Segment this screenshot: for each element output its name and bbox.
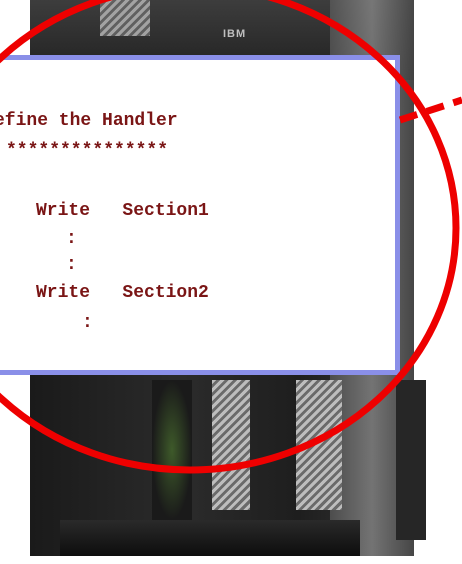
dashed-arrow — [398, 96, 462, 124]
highlight-circle — [0, 0, 460, 474]
highlight-overlay — [0, 0, 462, 474]
